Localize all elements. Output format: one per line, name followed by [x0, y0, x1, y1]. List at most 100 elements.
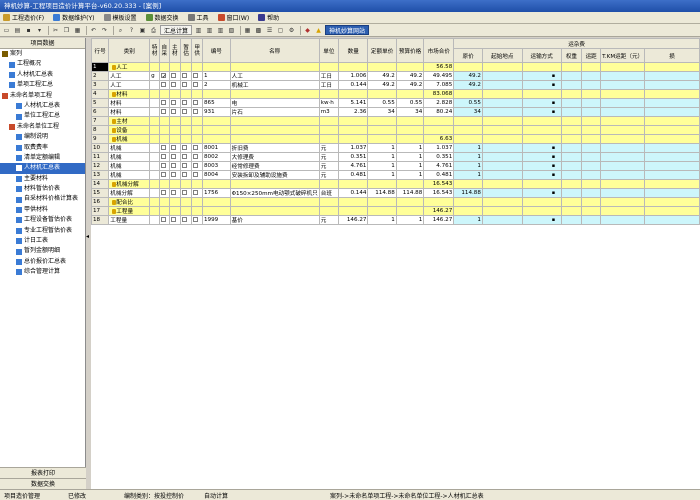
- more-cell[interactable]: [644, 98, 700, 108]
- main-checkbox-cell[interactable]: [168, 188, 182, 198]
- main-checkbox-cell[interactable]: [168, 80, 182, 90]
- origin-cell[interactable]: [481, 206, 523, 216]
- special-cell[interactable]: [149, 152, 160, 162]
- transport-cell[interactable]: ▪: [521, 161, 562, 171]
- book-icon[interactable]: ◆: [303, 26, 312, 35]
- temp-checkbox-cell[interactable]: [179, 98, 193, 108]
- quota-price-cell[interactable]: [367, 206, 397, 216]
- tree-item[interactable]: 暂列金额明细: [0, 246, 85, 256]
- distance-cell[interactable]: [581, 71, 602, 81]
- origin-cell[interactable]: [481, 107, 523, 117]
- transport-cell[interactable]: [521, 197, 562, 207]
- unit-cell[interactable]: 工日: [318, 80, 340, 90]
- market-price-cell[interactable]: 83.068: [423, 89, 455, 99]
- category-cell[interactable]: 机械: [108, 134, 151, 144]
- orig-price-cell[interactable]: [453, 116, 483, 126]
- supply-checkbox-cell[interactable]: [191, 143, 203, 153]
- col-budget-price[interactable]: 预算价格: [395, 38, 425, 63]
- weight-cell[interactable]: [560, 89, 583, 99]
- code-cell[interactable]: 865: [201, 98, 231, 108]
- temp-checkbox-cell[interactable]: [179, 161, 193, 171]
- weight-cell[interactable]: [560, 215, 583, 225]
- calculator-icon[interactable]: ▩: [254, 26, 263, 35]
- distance-cell[interactable]: [581, 89, 602, 99]
- more-cell[interactable]: [644, 215, 700, 225]
- distance-cell[interactable]: [581, 206, 602, 216]
- budget-price-cell[interactable]: [395, 89, 425, 99]
- transport-cell[interactable]: ▪: [521, 188, 562, 198]
- row-number[interactable]: 13: [91, 170, 110, 180]
- distance-cell[interactable]: [581, 179, 602, 189]
- weight-cell[interactable]: [560, 107, 583, 117]
- dropdown-marker-icon[interactable]: ▪: [552, 190, 555, 196]
- tkm-cell[interactable]: [600, 215, 646, 225]
- distance-cell[interactable]: [581, 143, 602, 153]
- temp-checkbox-cell[interactable]: [179, 62, 193, 72]
- more-cell[interactable]: [644, 179, 700, 189]
- grid3-icon[interactable]: ▥: [216, 26, 225, 35]
- tkm-cell[interactable]: [600, 98, 646, 108]
- menu-item[interactable]: 模板设置: [103, 13, 137, 22]
- main-checkbox-cell[interactable]: [168, 89, 182, 99]
- category-cell[interactable]: 设备: [108, 125, 151, 135]
- self-checkbox[interactable]: [160, 172, 166, 177]
- tree-item[interactable]: 专业工程暂估价表: [0, 226, 85, 236]
- origin-cell[interactable]: [481, 71, 523, 81]
- qty-cell[interactable]: 1.006: [337, 71, 369, 81]
- table-row[interactable]: 2 人工 g ✓ 1 人工 工日 1.006 49.2 49.2 49.495 49.2 ▪: [91, 71, 700, 81]
- tree-item[interactable]: 总价报价汇总表: [0, 257, 85, 267]
- category-cell[interactable]: 工程量: [108, 206, 151, 216]
- tree-item[interactable]: 主要材料: [0, 174, 85, 184]
- transport-cell[interactable]: ▪: [521, 71, 562, 81]
- row-number[interactable]: 8: [91, 125, 110, 135]
- code-cell[interactable]: 8002: [201, 152, 231, 162]
- dropdown-marker-icon[interactable]: ▪: [552, 100, 555, 106]
- orig-price-cell[interactable]: 1: [453, 215, 483, 225]
- tkm-cell[interactable]: [600, 125, 646, 135]
- more-cell[interactable]: [644, 107, 700, 117]
- col-self[interactable]: 自采: [158, 38, 170, 63]
- orig-price-cell[interactable]: [453, 197, 483, 207]
- self-checkbox-cell[interactable]: [158, 152, 170, 162]
- market-price-cell[interactable]: 16.543: [423, 188, 455, 198]
- qty-cell[interactable]: [337, 197, 369, 207]
- table-row[interactable]: 7 主材: [91, 116, 700, 126]
- supply-checkbox-cell[interactable]: [191, 197, 203, 207]
- row-number[interactable]: 1: [91, 62, 110, 72]
- sum-calc-button[interactable]: 汇总计算: [160, 25, 193, 35]
- unit-cell[interactable]: kw·h: [318, 98, 340, 108]
- col-market-price[interactable]: 市场合价: [423, 38, 455, 63]
- temp-checkbox-cell[interactable]: [179, 179, 193, 189]
- name-cell[interactable]: 片石: [229, 107, 320, 117]
- budget-price-cell[interactable]: 1: [395, 143, 425, 153]
- row-number[interactable]: 2: [91, 71, 110, 81]
- menu-item[interactable]: 窗口(W): [217, 13, 249, 22]
- quota-price-cell[interactable]: [367, 62, 397, 72]
- weight-cell[interactable]: [560, 206, 583, 216]
- dropdown-marker-icon[interactable]: ▪: [552, 145, 555, 151]
- tkm-cell[interactable]: [600, 116, 646, 126]
- unit-cell[interactable]: 台班: [318, 188, 340, 198]
- grid-icon[interactable]: ▥: [194, 26, 203, 35]
- tkm-cell[interactable]: [600, 71, 646, 81]
- temp-checkbox[interactable]: [182, 109, 188, 114]
- distance-cell[interactable]: [581, 98, 602, 108]
- orig-price-cell[interactable]: 1: [453, 143, 483, 153]
- distance-cell[interactable]: [581, 125, 602, 135]
- temp-checkbox[interactable]: [182, 190, 188, 195]
- main-checkbox-cell[interactable]: [168, 116, 182, 126]
- qty-cell[interactable]: 5.141: [337, 98, 369, 108]
- self-checkbox-cell[interactable]: [158, 143, 170, 153]
- tree-item[interactable]: 人材机汇总表: [0, 163, 85, 174]
- transport-cell[interactable]: ▪: [521, 80, 562, 90]
- supply-checkbox-cell[interactable]: [191, 215, 203, 225]
- market-price-cell[interactable]: 80.24: [423, 107, 455, 117]
- quota-price-cell[interactable]: 1: [367, 215, 397, 225]
- supply-checkbox-cell[interactable]: [191, 179, 203, 189]
- quota-price-cell[interactable]: 1: [367, 143, 397, 153]
- weight-cell[interactable]: [560, 152, 583, 162]
- more-cell[interactable]: [644, 125, 700, 135]
- budget-price-cell[interactable]: [395, 197, 425, 207]
- tree-item[interactable]: 工程设备暂估价表: [0, 215, 85, 225]
- transport-cell[interactable]: ▪: [521, 143, 562, 153]
